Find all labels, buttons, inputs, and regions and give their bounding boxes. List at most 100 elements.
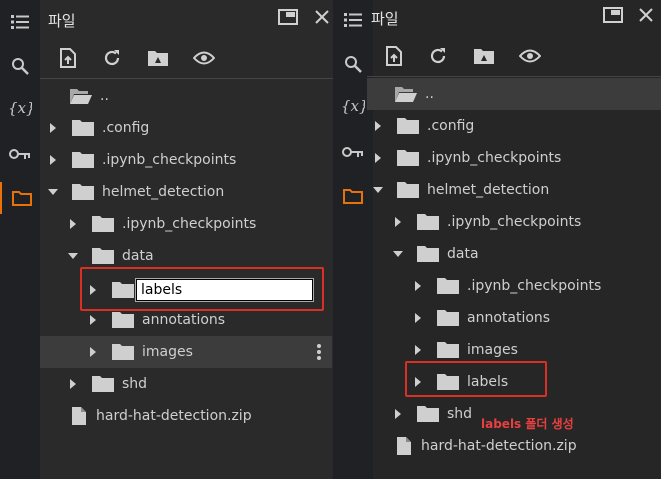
folder-icon bbox=[72, 184, 94, 200]
toolbar-divider bbox=[40, 78, 333, 79]
refresh-icon[interactable] bbox=[98, 44, 126, 72]
chevron-down-icon[interactable] bbox=[371, 183, 385, 197]
variables-icon[interactable]: {x} bbox=[0, 92, 40, 124]
tree-item-images[interactable]: images bbox=[40, 336, 332, 368]
chevron-right-icon[interactable] bbox=[86, 345, 100, 359]
folder-icon bbox=[437, 310, 459, 326]
left-file-panel: {x} 파일 .. .config .ipynb_ch bbox=[0, 0, 333, 479]
chevron-down-icon[interactable] bbox=[391, 247, 405, 261]
chevron-right-icon[interactable] bbox=[66, 217, 80, 231]
tree-item-label: hard-hat-detection.zip bbox=[421, 438, 577, 454]
tree-item-label: .config bbox=[427, 118, 475, 134]
tree-item-data[interactable]: data bbox=[391, 238, 479, 270]
refresh-icon[interactable] bbox=[424, 42, 452, 70]
tree-item-label: shd bbox=[122, 376, 148, 392]
folder-icon bbox=[397, 182, 419, 198]
folder-icon bbox=[72, 152, 94, 168]
tree-item-label: hard-hat-detection.zip bbox=[96, 408, 252, 424]
tree-item-zip-file[interactable]: hard-hat-detection.zip bbox=[397, 430, 577, 462]
left-side-rail: {x} bbox=[0, 0, 40, 479]
tree-item-ipynb-checkpoints[interactable]: .ipynb_checkpoints bbox=[66, 208, 256, 240]
tree-item-shd[interactable]: shd bbox=[391, 398, 472, 430]
folder-icon bbox=[72, 120, 94, 136]
tree-item-label: helmet_detection bbox=[102, 184, 225, 200]
files-folder-icon[interactable] bbox=[333, 180, 373, 212]
tree-item-label: .ipynb_checkpoints bbox=[102, 152, 237, 168]
tree-item-label: annotations bbox=[467, 310, 551, 326]
chevron-down-icon[interactable] bbox=[46, 185, 60, 199]
tree-item-label: images bbox=[467, 342, 518, 358]
key-icon[interactable] bbox=[0, 138, 40, 170]
chevron-right-icon[interactable] bbox=[371, 151, 385, 165]
tree-item-config[interactable]: .config bbox=[46, 112, 149, 144]
chevron-right-icon[interactable] bbox=[86, 313, 100, 327]
tree-item-label: data bbox=[122, 248, 154, 264]
chevron-right-icon[interactable] bbox=[411, 343, 425, 357]
highlight-box bbox=[405, 361, 547, 397]
window-icon[interactable] bbox=[278, 9, 298, 29]
panel-title: 파일 bbox=[48, 12, 76, 30]
eye-icon[interactable] bbox=[190, 44, 218, 72]
toc-list-icon[interactable] bbox=[0, 6, 40, 38]
tree-item-zip-file[interactable]: hard-hat-detection.zip bbox=[72, 400, 252, 432]
tree-item-annotations[interactable]: annotations bbox=[86, 304, 225, 336]
tree-item-annotations[interactable]: annotations bbox=[411, 302, 550, 334]
toc-list-icon[interactable] bbox=[333, 4, 373, 36]
drive-folder-icon[interactable] bbox=[144, 44, 172, 72]
tree-item-label: annotations bbox=[142, 312, 226, 328]
tree-item-label: .ipynb_checkpoints bbox=[447, 214, 582, 230]
tree-item-label: .config bbox=[102, 120, 150, 136]
tree-item-label: .ipynb_checkpoints bbox=[122, 216, 257, 232]
window-icon[interactable] bbox=[603, 7, 623, 27]
folder-icon bbox=[417, 406, 439, 422]
toolbar-divider bbox=[367, 76, 661, 77]
svg-text:{x}: {x} bbox=[341, 97, 365, 115]
chevron-right-icon[interactable] bbox=[46, 153, 60, 167]
folder-icon bbox=[92, 376, 114, 392]
tree-item-ipynb-checkpoints-sub[interactable]: .ipynb_checkpoints bbox=[391, 206, 581, 238]
tree-item-helmet-detection[interactable]: helmet_detection bbox=[46, 176, 224, 208]
tree-item-label: .. bbox=[425, 86, 434, 102]
panel-title: 파일 bbox=[371, 10, 399, 28]
chevron-right-icon[interactable] bbox=[391, 407, 405, 421]
tree-item-shd[interactable]: shd bbox=[66, 368, 147, 400]
more-vert-icon[interactable] bbox=[316, 343, 322, 361]
key-icon[interactable] bbox=[333, 136, 373, 168]
drive-folder-icon[interactable] bbox=[470, 42, 498, 70]
file-icon bbox=[72, 407, 86, 425]
tree-item-ipynb-checkpoints[interactable]: .ipynb_checkpoints bbox=[46, 144, 236, 176]
chevron-right-icon[interactable] bbox=[411, 279, 425, 293]
tree-item-label: .ipynb_checkpoints bbox=[467, 278, 602, 294]
search-icon[interactable] bbox=[0, 50, 40, 82]
close-icon[interactable] bbox=[638, 7, 654, 27]
open-folder-icon bbox=[70, 88, 92, 104]
right-side-rail: {x} bbox=[333, 0, 373, 479]
tree-item-label: helmet_detection bbox=[427, 182, 550, 198]
upload-icon[interactable] bbox=[380, 42, 408, 70]
files-folder-icon[interactable] bbox=[0, 182, 42, 214]
svg-text:{x}: {x} bbox=[8, 99, 32, 117]
folder-icon bbox=[92, 248, 114, 264]
tree-item-label: shd bbox=[447, 406, 473, 422]
tree-item-config[interactable]: .config bbox=[371, 110, 474, 142]
tree-item-parent[interactable]: .. bbox=[367, 78, 661, 110]
tree-item-label: .. bbox=[100, 88, 109, 104]
tree-item-helmet-detection[interactable]: helmet_detection bbox=[371, 174, 549, 206]
folder-icon bbox=[397, 118, 419, 134]
folder-icon bbox=[437, 342, 459, 358]
upload-icon[interactable] bbox=[54, 44, 82, 72]
chevron-right-icon[interactable] bbox=[371, 119, 385, 133]
folder-icon bbox=[92, 216, 114, 232]
chevron-right-icon[interactable] bbox=[391, 215, 405, 229]
eye-icon[interactable] bbox=[516, 42, 544, 70]
chevron-right-icon[interactable] bbox=[411, 311, 425, 325]
tree-item-ipynb-checkpoints[interactable]: .ipynb_checkpoints bbox=[371, 142, 561, 174]
close-icon[interactable] bbox=[314, 9, 330, 29]
tree-item-ipynb-checkpoints-data[interactable]: .ipynb_checkpoints bbox=[411, 270, 601, 302]
chevron-right-icon[interactable] bbox=[46, 121, 60, 135]
chevron-right-icon[interactable] bbox=[66, 377, 80, 391]
chevron-down-icon[interactable] bbox=[66, 249, 80, 263]
open-folder-icon bbox=[395, 86, 417, 102]
folder-icon bbox=[437, 278, 459, 294]
tree-item-parent[interactable]: .. bbox=[70, 80, 109, 112]
